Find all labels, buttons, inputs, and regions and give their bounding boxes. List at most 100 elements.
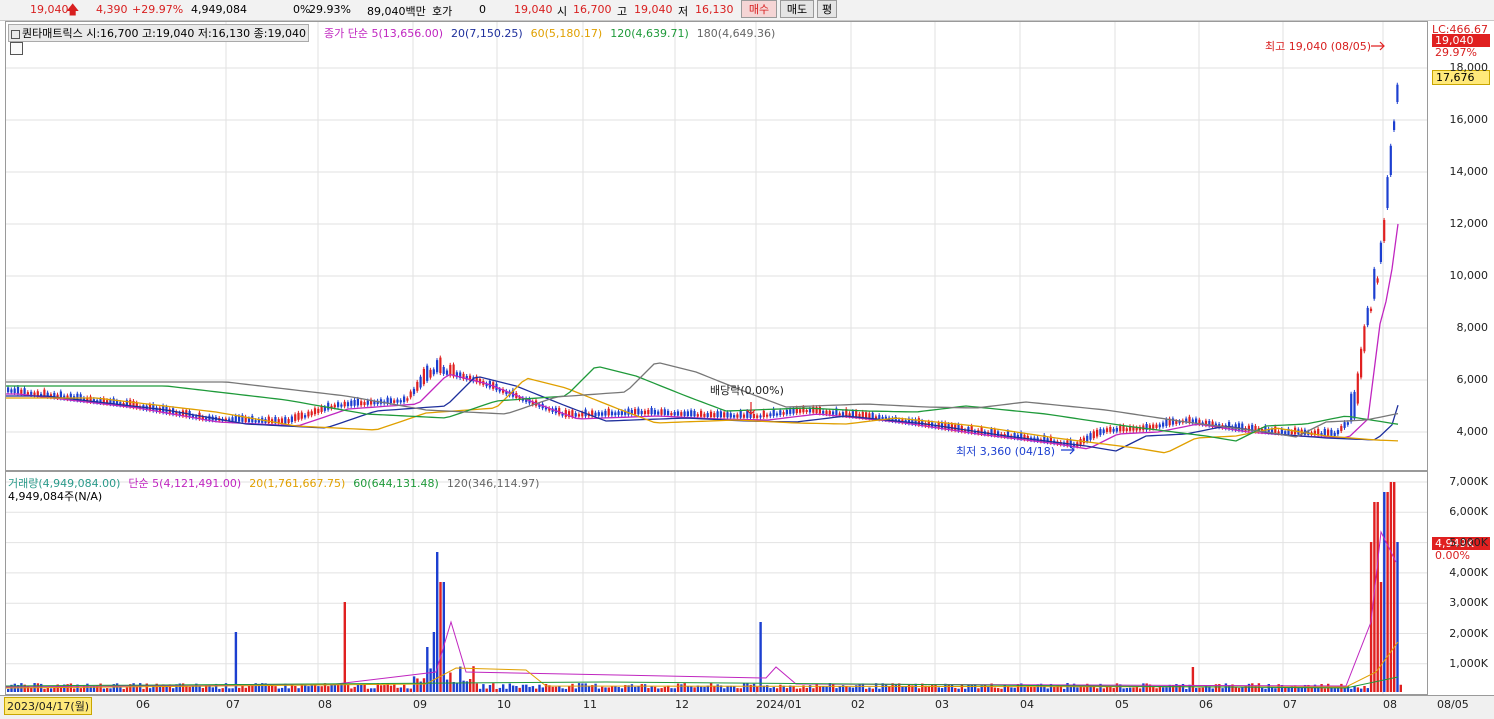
volume-bar — [1333, 688, 1336, 692]
ratio-2: 29.93% — [309, 3, 351, 16]
candle — [855, 410, 858, 418]
volume-bar — [1366, 688, 1369, 692]
volume-bar — [356, 684, 360, 692]
volume-bar — [1287, 687, 1290, 692]
candle — [1096, 429, 1099, 437]
price-chart-panel[interactable]: 퀀타매트릭스 시:16,700 고:19,040 저:16,130 종:19,0… — [5, 21, 1428, 471]
ma-legend-item-4: 180(4,649.36) — [696, 27, 776, 40]
candle — [723, 412, 726, 418]
candle — [851, 411, 854, 417]
volume-bar — [700, 686, 703, 692]
volume-bar — [640, 684, 643, 692]
candle — [957, 424, 960, 431]
candle — [759, 415, 762, 418]
candle — [574, 413, 577, 417]
volume-bar — [716, 684, 719, 692]
volume-y-label: 1,000K — [1449, 656, 1488, 670]
volume-bar — [337, 684, 340, 692]
volume-y-label: 3,000K — [1449, 596, 1488, 610]
high-label: 고 — [617, 5, 628, 18]
candle — [1102, 429, 1105, 434]
volume-bar — [201, 687, 205, 692]
volume-bar — [482, 684, 485, 692]
sell-button[interactable]: 매도 — [780, 0, 814, 18]
volume-bar — [1125, 688, 1129, 692]
candle — [1369, 308, 1373, 312]
volume-bar — [584, 683, 587, 692]
volume-bar — [1195, 688, 1198, 692]
volume-bar — [795, 688, 799, 692]
volume-bar — [247, 685, 251, 692]
volume-bar — [756, 686, 759, 692]
settings-grid-icon[interactable] — [10, 42, 23, 55]
volume-bar — [812, 688, 815, 692]
volume-bar — [835, 688, 838, 692]
candle — [663, 409, 666, 415]
candle — [1125, 428, 1128, 431]
price-y-label: 6,000 — [1456, 373, 1489, 386]
price-chart-canvas[interactable] — [6, 22, 1427, 470]
volume-bar — [894, 684, 898, 692]
date-end-label: 08/05 — [1437, 698, 1469, 711]
volume-bar — [742, 683, 746, 692]
candle — [442, 366, 445, 374]
candle — [416, 381, 419, 391]
candle — [719, 411, 722, 418]
volume-bar — [416, 678, 419, 692]
price-y-label: 8,000 — [1456, 321, 1489, 334]
candle — [247, 418, 251, 423]
candle — [954, 424, 957, 431]
annotation-low: 최저 3,360 (04/18) — [956, 445, 1056, 458]
candle — [832, 411, 835, 415]
eval-button[interactable]: 평 — [817, 0, 837, 18]
hoga-label: 호가 — [432, 5, 453, 18]
volume-bar — [637, 686, 640, 692]
candle — [409, 391, 412, 398]
open-price: 16,700 — [573, 3, 612, 16]
candle — [1346, 422, 1349, 425]
volume-bar — [353, 686, 356, 692]
volume-bar — [46, 687, 49, 692]
volume-bar — [188, 686, 191, 692]
volume-bar — [399, 687, 403, 692]
volume-bar — [234, 632, 238, 692]
volume-bar — [940, 688, 944, 692]
candle — [373, 401, 376, 405]
ma-legend-item-1: 20(7,150.25) — [451, 27, 523, 40]
volume-chart-panel[interactable]: 거래량(4,949,084.00) 단순 5(4,121,491.00) 20(1,… — [5, 471, 1428, 695]
candle — [640, 410, 643, 415]
volume-bar — [478, 688, 482, 692]
volume-bar — [132, 683, 135, 692]
candle — [396, 399, 399, 403]
volume-bar — [327, 686, 330, 692]
candle — [657, 411, 660, 415]
volume-y-axis: 4,949K 0.00% 7,000K 6,000K 5,000K 4,000K 3,0… — [1428, 471, 1494, 695]
candle — [313, 408, 317, 415]
volume-bar — [564, 688, 568, 692]
volume-bar — [997, 688, 1000, 692]
volume-bar — [1030, 686, 1033, 692]
candle — [1363, 326, 1366, 352]
volume-bar — [511, 685, 515, 692]
price-y-label: 10,000 — [1449, 269, 1489, 282]
candle — [1066, 440, 1069, 446]
candle — [733, 415, 736, 418]
buy-button[interactable]: 매수 — [741, 0, 777, 18]
candle — [1152, 424, 1155, 429]
volume-chart-canvas[interactable] — [6, 472, 1427, 694]
volume-bar — [1155, 688, 1158, 692]
volume-bar — [703, 686, 706, 692]
volume-bar — [403, 684, 406, 692]
candle — [779, 410, 782, 416]
volume-bar — [472, 666, 475, 692]
candle — [647, 409, 650, 415]
open-label: 시 — [557, 5, 568, 18]
candle — [676, 411, 680, 416]
volume-bar — [1274, 688, 1277, 692]
volume-bar — [393, 684, 396, 692]
volume-bar — [551, 686, 554, 692]
volume-bar — [1379, 582, 1383, 692]
candle — [1119, 425, 1122, 432]
stock-title-text: 퀀타매트릭스 시:16,700 고:19,040 저:16,130 종:19,0… — [22, 27, 306, 40]
candle — [799, 409, 802, 413]
